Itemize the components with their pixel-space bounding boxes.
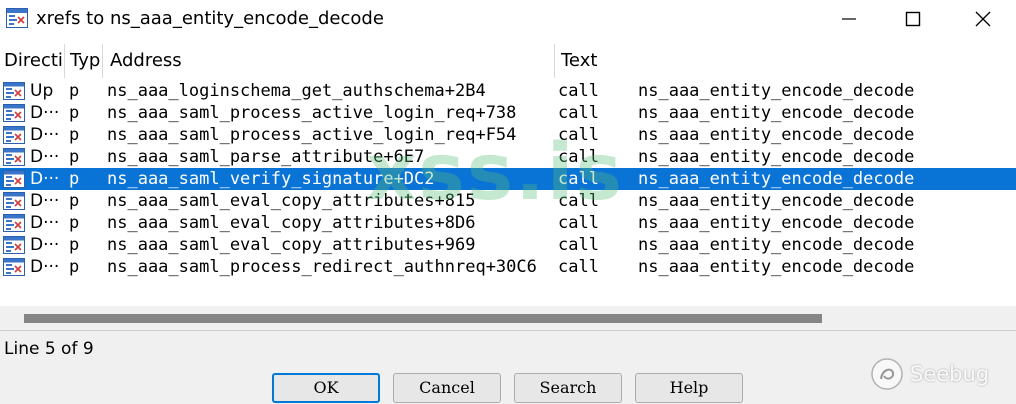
table-row[interactable]: D··· p ns_aaa_saml_eval_copy_attributes+8D… (0, 212, 1016, 234)
row-mnemonic: call (558, 191, 599, 211)
row-operand: ns_aaa_entity_encode_decode (638, 213, 915, 233)
status-text: Line 5 of 9 (4, 339, 94, 359)
horizontal-scrollbar[interactable] (0, 306, 1016, 330)
table-row[interactable]: D··· p ns_aaa_saml_process_active_login_re… (0, 102, 1016, 124)
row-address: ns_aaa_saml_eval_copy_attributes+8D6 (107, 213, 476, 233)
title-bar[interactable]: xrefs to ns_aaa_entity_encode_decode (0, 0, 1016, 38)
row-operand: ns_aaa_entity_encode_decode (638, 191, 915, 211)
ok-button[interactable]: OK (272, 373, 380, 403)
column-divider[interactable] (64, 44, 65, 78)
row-type: p (69, 191, 80, 211)
column-header-row: Directi Typ Address Text (0, 44, 1016, 78)
column-divider[interactable] (554, 44, 555, 78)
row-address: ns_aaa_loginschema_get_authschema+2B4 (107, 81, 486, 101)
close-button[interactable] (960, 0, 1006, 38)
row-mnemonic: call (558, 257, 599, 277)
row-type: p (69, 103, 80, 123)
row-address: ns_aaa_saml_eval_copy_attributes+815 (107, 191, 476, 211)
row-mnemonic: call (558, 213, 599, 233)
xref-list[interactable]: Directi Typ Address Text Up p ns_aaa_login… (0, 44, 1016, 306)
row-address: ns_aaa_saml_parse_attribute+6E7 (107, 147, 425, 167)
table-row[interactable]: D··· p ns_aaa_saml_process_active_login_re… (0, 124, 1016, 146)
column-header-text[interactable]: Text (556, 44, 1016, 78)
xref-icon (3, 170, 25, 188)
column-header-type[interactable]: Typ (66, 44, 102, 78)
row-address: ns_aaa_saml_process_active_login_req+738 (107, 103, 517, 123)
column-header-address[interactable]: Address (104, 44, 554, 78)
dialog-footer: Line 5 of 9 OK Cancel Search Help (0, 331, 1016, 404)
cancel-button[interactable]: Cancel (393, 373, 501, 403)
row-direction: D··· (30, 191, 60, 211)
xref-icon (3, 192, 25, 210)
table-row[interactable]: D··· p ns_aaa_saml_parse_attribute+6E7 call… (0, 146, 1016, 168)
scrollbar-thumb[interactable] (24, 314, 822, 323)
row-operand: ns_aaa_entity_encode_decode (638, 169, 915, 189)
row-direction: D··· (30, 257, 60, 277)
row-direction: D··· (30, 169, 60, 189)
row-type: p (69, 125, 80, 145)
table-row[interactable]: Up p ns_aaa_loginschema_get_authschema+2B4… (0, 80, 1016, 102)
minimize-button[interactable] (826, 0, 872, 38)
xref-icon (3, 214, 25, 232)
row-mnemonic: call (558, 81, 599, 101)
column-header-direction[interactable]: Directi (0, 44, 64, 78)
row-direction: D··· (30, 213, 60, 233)
close-icon (975, 11, 991, 27)
column-divider[interactable] (102, 44, 103, 78)
search-button[interactable]: Search (514, 373, 622, 403)
xref-window-icon (6, 8, 28, 28)
table-row[interactable]: D··· p ns_aaa_saml_eval_copy_attributes+81… (0, 190, 1016, 212)
row-type: p (69, 257, 80, 277)
xref-icon (3, 126, 25, 144)
table-row[interactable]: D··· p ns_aaa_saml_verify_signature+DC2 cal… (0, 168, 1016, 190)
minimize-icon (842, 18, 856, 20)
row-operand: ns_aaa_entity_encode_decode (638, 103, 915, 123)
row-operand: ns_aaa_entity_encode_decode (638, 81, 915, 101)
row-mnemonic: call (558, 169, 599, 189)
row-type: p (69, 235, 80, 255)
table-row[interactable]: D··· p ns_aaa_saml_eval_copy_attributes+96… (0, 234, 1016, 256)
row-type: p (69, 147, 80, 167)
row-operand: ns_aaa_entity_encode_decode (638, 147, 915, 167)
row-direction: D··· (30, 147, 60, 167)
row-direction: D··· (30, 103, 60, 123)
maximize-icon (905, 11, 921, 27)
row-mnemonic: call (558, 147, 599, 167)
maximize-button[interactable] (890, 0, 936, 38)
row-direction: D··· (30, 235, 60, 255)
xref-icon (3, 82, 25, 100)
row-operand: ns_aaa_entity_encode_decode (638, 257, 915, 277)
row-mnemonic: call (558, 125, 599, 145)
row-type: p (69, 213, 80, 233)
xref-icon (3, 104, 25, 122)
row-operand: ns_aaa_entity_encode_decode (638, 235, 915, 255)
row-mnemonic: call (558, 103, 599, 123)
row-address: ns_aaa_saml_verify_signature+DC2 (107, 169, 435, 189)
help-button[interactable]: Help (635, 373, 743, 403)
xref-icon (3, 258, 25, 276)
row-address: ns_aaa_saml_process_active_login_req+F54 (107, 125, 517, 145)
window-title: xrefs to ns_aaa_entity_encode_decode (36, 8, 384, 29)
row-mnemonic: call (558, 235, 599, 255)
table-row[interactable]: D··· p ns_aaa_saml_process_redirect_authnr… (0, 256, 1016, 278)
row-address: ns_aaa_saml_eval_copy_attributes+969 (107, 235, 476, 255)
row-type: p (69, 169, 80, 189)
xref-icon (3, 148, 25, 166)
row-direction: D··· (30, 125, 60, 145)
row-type: p (69, 81, 80, 101)
xref-icon (3, 236, 25, 254)
row-direction: Up (30, 81, 54, 101)
row-operand: ns_aaa_entity_encode_decode (638, 125, 915, 145)
row-address: ns_aaa_saml_process_redirect_authnreq+30… (107, 257, 537, 277)
